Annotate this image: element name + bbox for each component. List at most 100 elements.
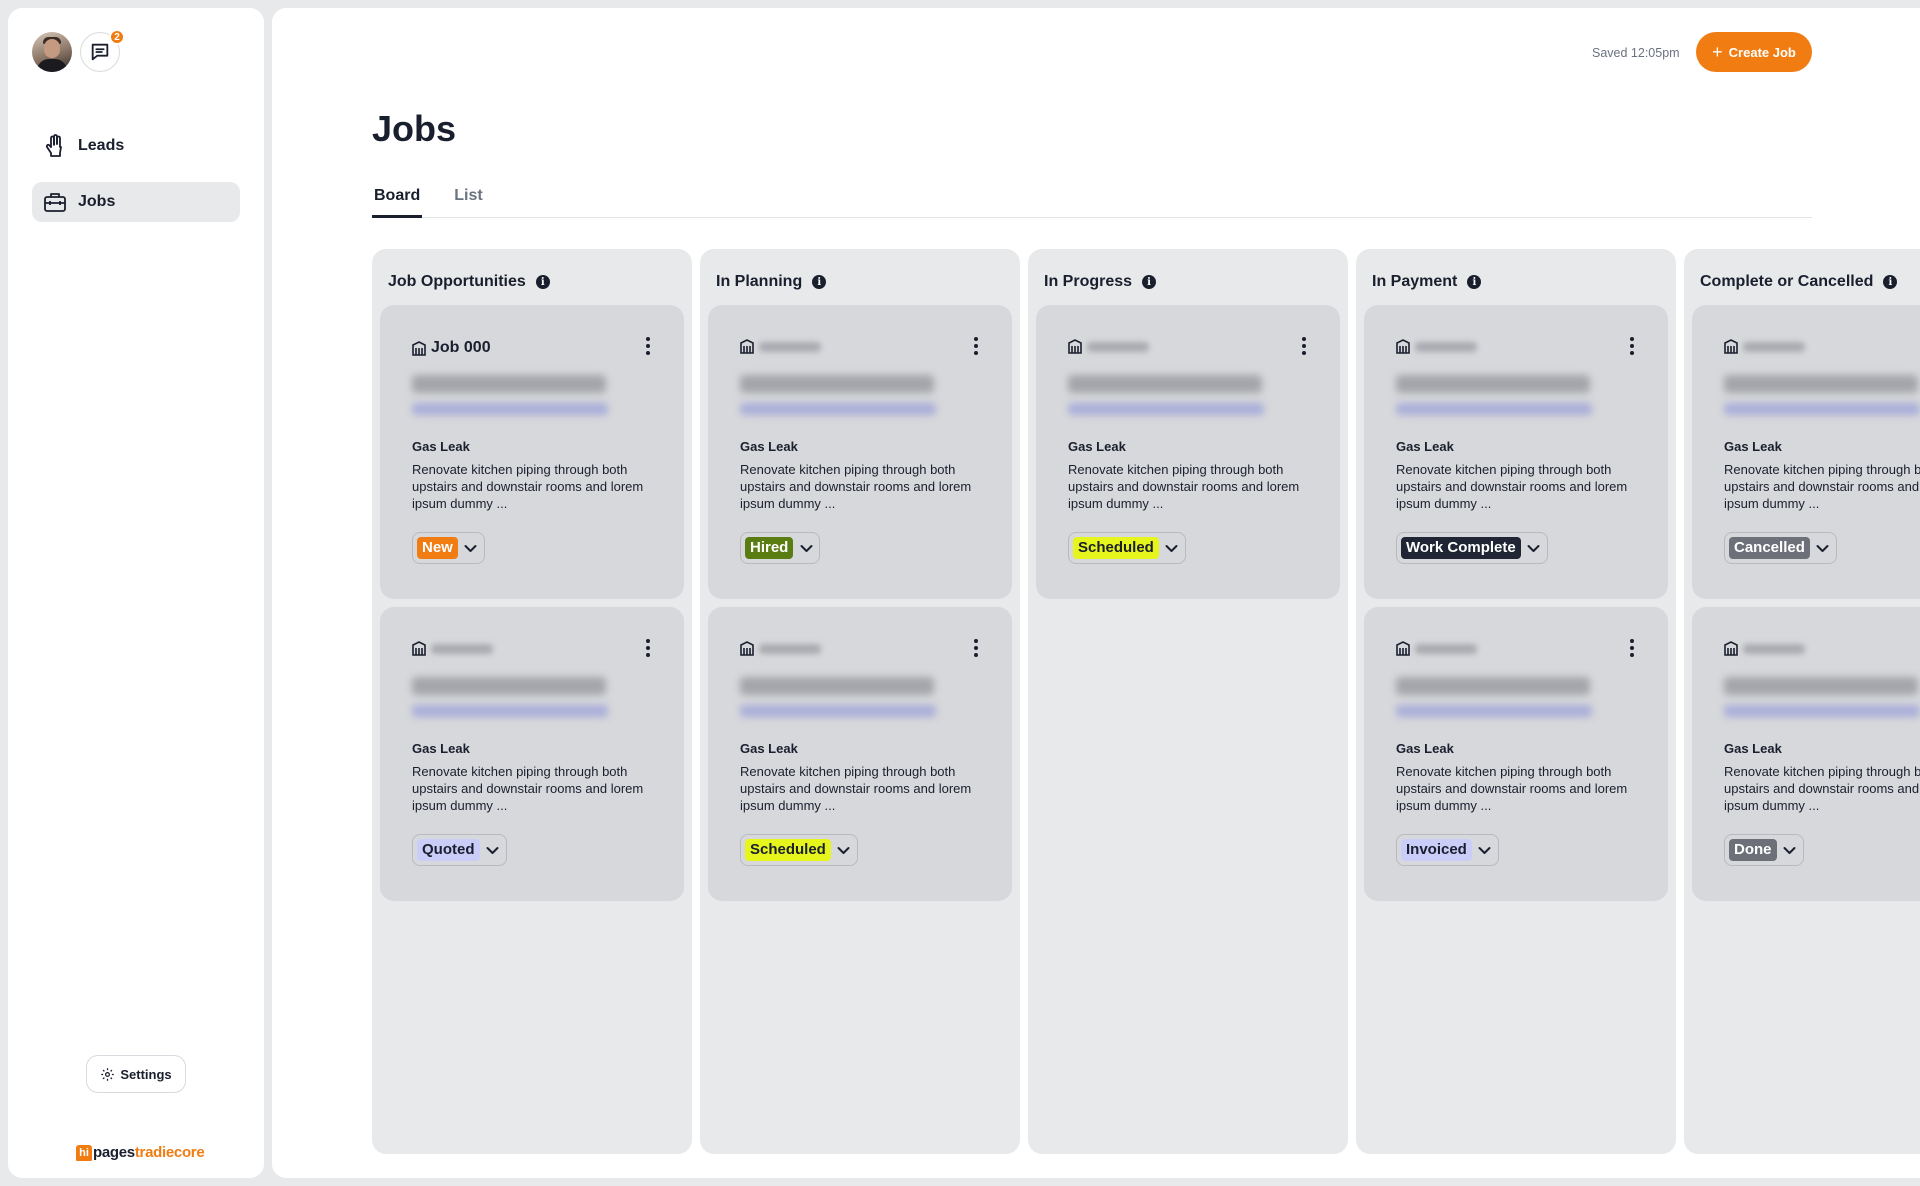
building-icon (1396, 641, 1410, 656)
job-card[interactable]: Gas Leak Renovate kitchen piping through … (708, 305, 1012, 599)
more-options-icon[interactable] (974, 337, 978, 358)
job-description: Renovate kitchen piping through both ups… (1724, 764, 1920, 813)
job-line (740, 339, 821, 354)
status-dropdown[interactable]: Hired (740, 532, 821, 564)
more-options-icon[interactable] (1302, 337, 1306, 358)
chevron-down-icon (1783, 843, 1797, 857)
board-column: In Progress i Gas Leak Renovate kitchen pip… (1028, 249, 1348, 1154)
job-description: Renovate kitchen piping through both ups… (1724, 462, 1920, 511)
more-options-icon[interactable] (1630, 639, 1634, 660)
customer-address-redacted (412, 705, 608, 717)
job-number-redacted (1743, 643, 1805, 654)
chevron-down-icon (1816, 541, 1830, 555)
plus-icon: + (1712, 42, 1723, 62)
job-card[interactable]: Gas Leak Renovate kitchen piping through … (1692, 607, 1920, 901)
brand-tradiecore: tradiecore (134, 1144, 205, 1161)
customer-name-redacted (740, 375, 934, 393)
status-badge: Cancelled (1729, 537, 1810, 559)
sidebar: 2 Leads Jobs Settings hi pages tradiecor… (8, 8, 264, 1178)
status-dropdown[interactable]: Quoted (412, 834, 507, 866)
job-number-redacted (1087, 341, 1149, 352)
settings-label: Settings (120, 1066, 172, 1082)
avatar[interactable] (32, 32, 72, 72)
job-number-redacted (431, 643, 493, 654)
status-badge: Scheduled (745, 839, 831, 861)
job-line: Job 000 (412, 339, 491, 357)
brand-hi: hi (76, 1144, 92, 1161)
message-count-badge: 2 (109, 29, 125, 45)
job-type: Gas Leak (412, 439, 470, 454)
tab-board[interactable]: Board (372, 186, 423, 218)
status-badge: Invoiced (1401, 839, 1472, 861)
more-options-icon[interactable] (646, 639, 650, 660)
job-line (1068, 339, 1149, 354)
status-badge: Scheduled (1073, 537, 1159, 559)
status-dropdown[interactable]: Done (1724, 834, 1804, 866)
chevron-down-icon (1478, 843, 1492, 857)
info-icon[interactable]: i (1883, 275, 1898, 289)
chevron-down-icon (837, 843, 851, 857)
job-card[interactable]: Job 000 Gas Leak Renovate kitchen piping t… (380, 305, 684, 599)
customer-address-redacted (1396, 403, 1592, 415)
main-content: Saved 12:05pm + Create Job Jobs Board Li… (272, 8, 1920, 1178)
column-title: Complete or Cancelled (1700, 273, 1874, 290)
more-options-icon[interactable] (646, 337, 650, 358)
job-type: Gas Leak (412, 741, 470, 756)
job-number-redacted (1743, 341, 1805, 352)
nav-label: Jobs (78, 193, 116, 210)
job-card[interactable]: Gas Leak Renovate kitchen piping through … (708, 607, 1012, 901)
info-icon[interactable]: i (535, 275, 550, 289)
job-description: Renovate kitchen piping through both ups… (1396, 462, 1628, 511)
info-icon[interactable]: i (812, 275, 827, 289)
status-dropdown[interactable]: Cancelled (1724, 532, 1837, 564)
more-options-icon[interactable] (974, 639, 978, 660)
job-card[interactable]: Gas Leak Renovate kitchen piping through … (1692, 305, 1920, 599)
customer-name-redacted (412, 677, 606, 695)
info-icon[interactable]: i (1142, 275, 1157, 289)
status-badge: New (417, 537, 458, 559)
customer-address-redacted (1396, 705, 1592, 717)
briefcase-icon (42, 189, 68, 215)
job-description: Renovate kitchen piping through both ups… (1068, 462, 1300, 511)
job-line (1724, 339, 1805, 354)
building-icon (1396, 339, 1410, 354)
building-icon (740, 641, 754, 656)
job-number-redacted (759, 341, 821, 352)
info-icon[interactable]: i (1467, 275, 1482, 289)
building-icon (740, 339, 754, 354)
job-card[interactable]: Gas Leak Renovate kitchen piping through … (1364, 607, 1668, 901)
customer-name-redacted (1396, 677, 1590, 695)
chevron-down-icon (1527, 541, 1541, 555)
job-type: Gas Leak (740, 439, 798, 454)
nav-item-jobs[interactable]: Jobs (32, 182, 240, 222)
settings-button[interactable]: Settings (86, 1055, 186, 1093)
chevron-down-icon (1165, 541, 1179, 555)
job-description: Renovate kitchen piping through both ups… (1396, 764, 1628, 813)
customer-name-redacted (412, 375, 606, 393)
messages-button[interactable]: 2 (80, 29, 125, 72)
status-dropdown[interactable]: Scheduled (1068, 532, 1186, 564)
customer-address-redacted (740, 705, 936, 717)
status-dropdown[interactable]: Work Complete (1396, 532, 1548, 564)
brand-pages: pages (93, 1144, 135, 1161)
nav-item-leads[interactable]: Leads (32, 126, 240, 166)
column-header: Job Opportunities i (388, 273, 550, 291)
kanban-board: Job Opportunities i Job 000 Gas Leak Renovat… (372, 249, 1920, 1154)
status-dropdown[interactable]: New (412, 532, 485, 564)
customer-address-redacted (1724, 705, 1920, 717)
customer-name-redacted (740, 677, 934, 695)
job-line (740, 641, 821, 656)
status-dropdown[interactable]: Invoiced (1396, 834, 1499, 866)
building-icon (1724, 641, 1738, 656)
customer-address-redacted (740, 403, 936, 415)
job-card[interactable]: Gas Leak Renovate kitchen piping through … (1364, 305, 1668, 599)
customer-name-redacted (1724, 677, 1918, 695)
create-job-button[interactable]: + Create Job (1696, 32, 1812, 72)
hand-icon (42, 133, 68, 159)
tab-list[interactable]: List (452, 186, 484, 218)
job-card[interactable]: Gas Leak Renovate kitchen piping through … (1036, 305, 1340, 599)
more-options-icon[interactable] (1630, 337, 1634, 358)
status-dropdown[interactable]: Scheduled (740, 834, 858, 866)
board-column: Complete or Cancelled i Gas Leak Renovate k… (1684, 249, 1920, 1154)
job-card[interactable]: Gas Leak Renovate kitchen piping through … (380, 607, 684, 901)
